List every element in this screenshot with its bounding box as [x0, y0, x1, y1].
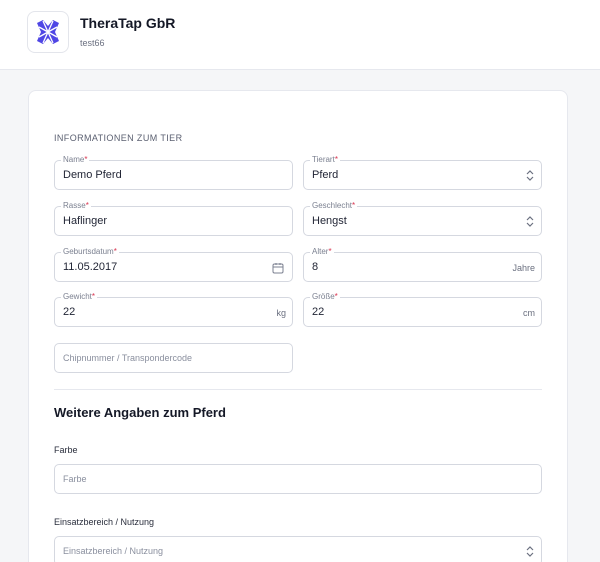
geburtsdatum-field[interactable]: Geburtsdatum* 11.05.2017 — [54, 247, 293, 282]
alter-value: 8 — [312, 261, 319, 273]
gewicht-unit: kg — [276, 308, 286, 318]
company-logo[interactable] — [27, 11, 69, 53]
app-header: TheraTap GbR test66 — [0, 0, 600, 70]
groesse-field[interactable]: Größe* 22 cm — [303, 292, 542, 327]
chip-number-placeholder: Chipnummer / Transpondercode — [63, 353, 193, 363]
farbe-label: Farbe — [54, 445, 78, 455]
alter-field[interactable]: Alter* 8 Jahre — [303, 247, 542, 282]
tierart-value: Pferd — [312, 169, 339, 181]
geschlecht-select[interactable]: Geschlecht* Hengst — [303, 201, 542, 236]
section-title: INFORMATIONEN ZUM TIER — [54, 133, 183, 143]
groesse-unit: cm — [523, 308, 535, 318]
tierart-label: Tierart* — [310, 155, 340, 165]
chevron-up-down-icon — [526, 216, 534, 227]
company-subtitle: test66 — [80, 38, 105, 48]
alter-unit: Jahre — [512, 263, 535, 273]
geschlecht-value: Hengst — [312, 215, 347, 227]
groesse-value: 22 — [312, 306, 325, 318]
gewicht-label: Gewicht* — [61, 292, 98, 302]
gewicht-field[interactable]: Gewicht* 22 kg — [54, 292, 293, 327]
einsatz-label: Einsatzbereich / Nutzung — [54, 517, 155, 527]
einsatz-placeholder: Einsatzbereich / Nutzung — [63, 546, 164, 556]
groesse-label: Größe* — [310, 292, 340, 302]
tierart-select[interactable]: Tierart* Pferd — [303, 155, 542, 190]
calendar-icon[interactable] — [272, 262, 284, 274]
geschlecht-label: Geschlecht* — [310, 201, 358, 211]
name-label: Name* — [61, 155, 90, 165]
company-name: TheraTap GbR — [80, 15, 176, 31]
name-field[interactable]: Name* Demo Pferd — [54, 155, 293, 190]
chevron-up-down-icon — [526, 170, 534, 181]
alter-label: Alter* — [310, 247, 334, 257]
rasse-label: Rasse* — [61, 201, 91, 211]
geburtsdatum-value: 11.05.2017 — [63, 261, 118, 273]
gewicht-value: 22 — [63, 306, 76, 318]
rasse-value: Haflinger — [63, 215, 108, 227]
section-divider — [54, 389, 542, 390]
name-value: Demo Pferd — [63, 169, 122, 181]
farbe-placeholder: Farbe — [63, 474, 87, 484]
chip-number-field[interactable]: Chipnummer / Transpondercode — [54, 343, 293, 373]
farbe-field[interactable]: Farbe — [54, 464, 542, 494]
chevron-up-down-icon — [526, 546, 534, 557]
einsatz-select[interactable]: Einsatzbereich / Nutzung — [54, 536, 542, 562]
more-info-heading: Weitere Angaben zum Pferd — [54, 405, 226, 420]
theratap-logo-icon — [37, 20, 59, 44]
rasse-field[interactable]: Rasse* Haflinger — [54, 201, 293, 236]
geburtsdatum-label: Geburtsdatum* — [61, 247, 119, 257]
